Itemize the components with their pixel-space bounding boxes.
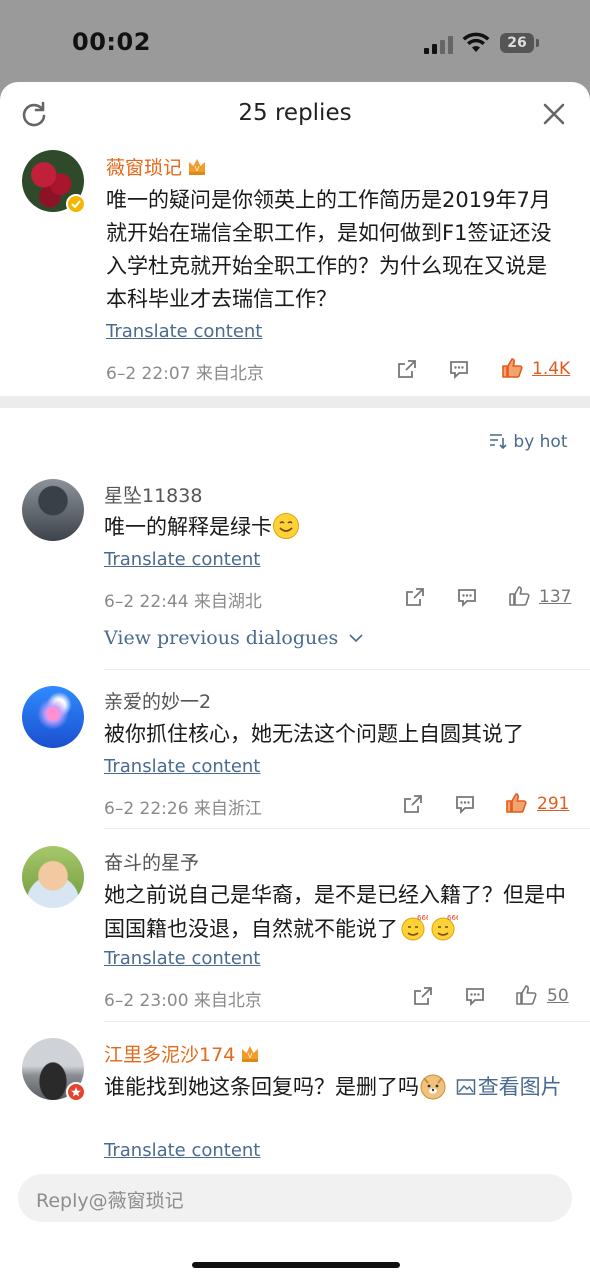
svg-text:V: V	[248, 1052, 253, 1060]
translate-link[interactable]: Translate content	[104, 1140, 260, 1161]
svg-text:666: 666	[417, 914, 428, 922]
reply-text: 她之前说自己是华裔，是不是已经入籍了？但是中国国籍也没退，自然就不能说了 66 6 6…	[104, 879, 566, 946]
author-name[interactable]: 江里多泥沙174	[104, 1044, 235, 1066]
view-image-link[interactable]: 查看图片	[454, 1075, 562, 1099]
home-indicator	[192, 1262, 400, 1268]
section-divider	[0, 396, 590, 408]
status-time: 00:02	[72, 28, 151, 56]
crown-icon: V	[242, 1046, 259, 1062]
verified-badge-icon	[66, 194, 86, 214]
wifi-icon	[462, 32, 490, 52]
divider	[104, 1021, 590, 1022]
crown-icon: V	[189, 159, 206, 175]
view-image-label: 查看图片	[477, 1075, 562, 1099]
main-comment: 薇窗琐记 V 唯一的疑问是你领英上的工作简历是2019年7月就开始在瑞信全职工作，…	[0, 82, 590, 396]
author-name[interactable]: 薇窗琐记	[106, 157, 182, 179]
signal-icon	[424, 36, 453, 54]
smile-emoji-icon	[273, 513, 299, 539]
reply-text-content: 谁能找到她这条回复吗？是删了吗	[104, 1075, 419, 1099]
divider	[104, 669, 590, 670]
avatar[interactable]	[22, 479, 84, 541]
reply-author[interactable]: 亲爱的妙一2	[104, 687, 211, 714]
reply-text: 被你抓住核心，她无法这个问题上自圆其说了	[104, 722, 524, 746]
comment-author[interactable]: 薇窗琐记 V	[106, 153, 208, 180]
svg-text:V: V	[195, 165, 200, 173]
battery-tip	[536, 39, 539, 47]
replies-sheet: 25 replies 薇窗琐记 V 唯一的疑问是你领英上的工作简历是2019年7月…	[0, 82, 590, 1280]
translate-link[interactable]: Translate content	[104, 756, 260, 777]
translate-link[interactable]: Translate content	[104, 948, 260, 969]
reply-input[interactable]: Reply@薇窗琐记	[18, 1174, 572, 1222]
reply-author[interactable]: 星坠11838	[104, 481, 202, 508]
view-previous-dialogues[interactable]: View previous dialogues	[104, 627, 364, 649]
comment-icon[interactable]	[464, 985, 486, 1007]
share-icon[interactable]	[412, 985, 434, 1007]
like-count[interactable]: 1.4K	[532, 359, 570, 379]
share-icon[interactable]	[404, 586, 426, 608]
comment-icon[interactable]	[448, 358, 470, 380]
sort-icon	[490, 434, 507, 450]
comment-icon[interactable]	[456, 586, 478, 608]
reply-text-content: 她之前说自己是华裔，是不是已经入籍了？但是中国国籍也没退，自然就不能说了	[104, 883, 566, 941]
comment-text: 唯一的疑问是你领英上的工作简历是2019年7月就开始在瑞信全职工作，是如何做到F…	[106, 188, 552, 311]
reply-text-content: 唯一的解释是绿卡	[104, 515, 272, 539]
comment-icon[interactable]	[454, 793, 476, 815]
share-icon[interactable]	[402, 793, 424, 815]
avatar[interactable]	[22, 686, 84, 748]
reply-text: 谁能找到她这条回复吗？是删了吗 查看图片	[104, 1071, 574, 1104]
battery-icon: 26	[500, 33, 534, 53]
like-count[interactable]: 291	[537, 794, 569, 814]
sort-button[interactable]: by hot	[488, 432, 568, 452]
avatar[interactable]	[22, 846, 84, 908]
svg-text:666: 666	[447, 914, 458, 922]
translate-link[interactable]: Translate content	[104, 549, 260, 570]
divider	[104, 828, 590, 829]
reply-meta: 6–2 23:00 来自北京	[104, 991, 262, 1011]
chevron-down-icon	[349, 634, 363, 643]
reply-author[interactable]: 江里多泥沙174 V	[104, 1040, 261, 1067]
image-icon	[456, 1079, 475, 1095]
status-bar: 00:02 26	[0, 0, 590, 82]
sort-label: by hot	[513, 432, 568, 452]
reply-text: 唯一的解释是绿卡	[104, 511, 564, 544]
share-icon[interactable]	[396, 358, 418, 380]
like-icon[interactable]	[507, 584, 531, 608]
badge-icon	[66, 1082, 86, 1102]
like-icon[interactable]	[504, 791, 528, 815]
comment-meta: 6–2 22:07 来自北京	[106, 364, 264, 384]
view-previous-label: View previous dialogues	[104, 627, 339, 649]
666-emoji-icon: 666	[401, 914, 428, 941]
reply-author[interactable]: 奋斗的星予	[104, 848, 199, 875]
doge-emoji-icon	[420, 1074, 446, 1100]
translate-link[interactable]: Translate content	[106, 321, 262, 342]
reply-meta: 6–2 22:44 来自湖北	[104, 592, 262, 612]
like-count[interactable]: 50	[547, 986, 569, 1006]
like-icon[interactable]	[514, 983, 538, 1007]
reply-meta: 6–2 22:26 来自浙江	[104, 799, 262, 819]
reply-placeholder: Reply@薇窗琐记	[36, 1190, 184, 1212]
like-icon[interactable]	[500, 356, 524, 380]
like-count[interactable]: 137	[539, 587, 571, 607]
666-emoji-icon: 666	[431, 914, 458, 941]
